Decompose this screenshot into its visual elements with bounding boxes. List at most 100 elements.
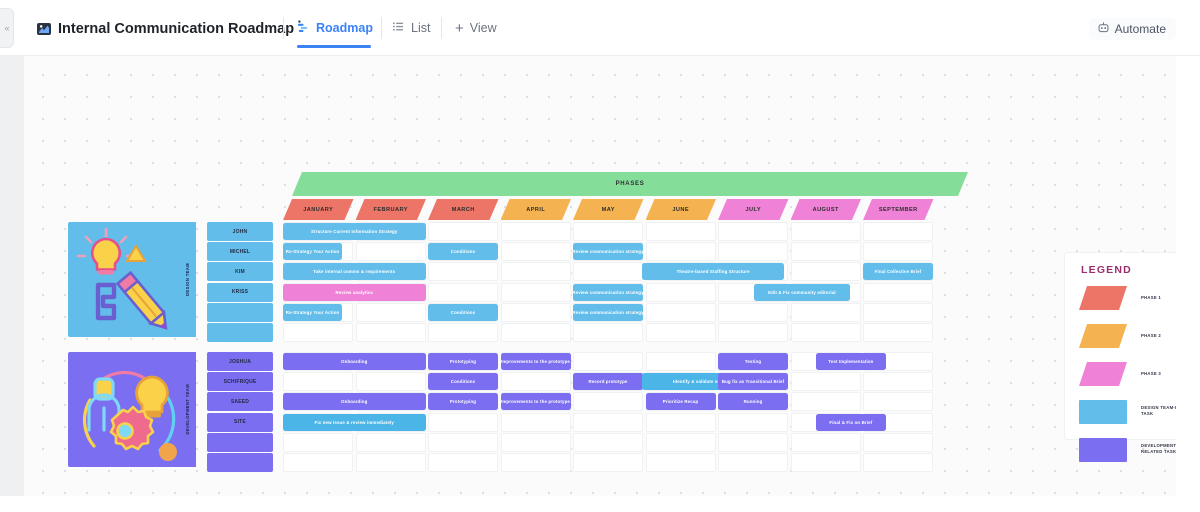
task-bar[interactable]: Edit & Fix community editorial xyxy=(754,283,850,301)
grid-cell[interactable] xyxy=(573,352,643,371)
grid-cell[interactable] xyxy=(790,302,861,322)
grid-cell[interactable] xyxy=(790,372,861,392)
task-bar[interactable]: Test Implementation xyxy=(815,353,886,370)
grid-cell[interactable] xyxy=(863,302,933,322)
grid-cell[interactable] xyxy=(573,412,643,432)
grid-cell[interactable] xyxy=(790,323,861,342)
month-header-july[interactable]: JULY xyxy=(718,199,789,220)
grid-cell[interactable] xyxy=(645,432,716,452)
grid-cell[interactable] xyxy=(500,453,571,472)
grid-cell[interactable] xyxy=(645,222,716,241)
grid-cell[interactable] xyxy=(355,302,426,322)
row-name-chip[interactable]: JOSHUA xyxy=(207,352,273,371)
task-bar[interactable]: Take internal comms & requirements xyxy=(283,263,426,281)
grid-cell[interactable] xyxy=(428,262,498,282)
task-bar[interactable]: Conditions xyxy=(428,373,498,391)
month-header-august[interactable]: AUGUST xyxy=(791,199,862,220)
lightbulb-pencil-illustration[interactable] xyxy=(68,222,193,337)
grid-cell[interactable] xyxy=(790,222,861,241)
grid-cell[interactable] xyxy=(573,323,643,342)
grid-cell[interactable] xyxy=(355,242,426,262)
task-bar[interactable]: Review communication strategy xyxy=(573,243,643,261)
grid-cell[interactable] xyxy=(355,372,426,392)
month-header-february[interactable]: FEBRUARY xyxy=(356,199,427,220)
person-lightbulb-gear-illustration[interactable] xyxy=(68,352,193,467)
tab-list[interactable]: List xyxy=(392,14,430,42)
grid-cell[interactable] xyxy=(718,242,788,262)
row-name-chip[interactable]: KIM xyxy=(207,262,273,282)
grid-cell[interactable] xyxy=(718,302,788,322)
grid-cell[interactable] xyxy=(500,242,571,262)
grid-cell[interactable] xyxy=(573,262,643,282)
task-bar[interactable]: Conditions xyxy=(428,303,498,321)
task-bar[interactable]: Onboarding xyxy=(283,353,426,370)
grid-cell[interactable] xyxy=(645,412,716,432)
grid-cell[interactable] xyxy=(355,453,426,472)
task-bar[interactable]: Review communication strategy xyxy=(573,303,643,321)
grid-cell[interactable] xyxy=(645,242,716,262)
row-name-chip[interactable]: SITE xyxy=(207,412,273,432)
grid-cell[interactable] xyxy=(790,242,861,262)
grid-cell[interactable] xyxy=(428,282,498,302)
row-name-chip[interactable] xyxy=(207,453,273,472)
grid-cell[interactable] xyxy=(645,302,716,322)
grid-cell[interactable] xyxy=(500,302,571,322)
row-name-chip[interactable]: SCHIFRIQUE xyxy=(207,372,273,392)
grid-cell[interactable] xyxy=(573,453,643,472)
grid-cell[interactable] xyxy=(718,432,788,452)
grid-cell[interactable] xyxy=(283,453,353,472)
grid-cell[interactable] xyxy=(500,222,571,241)
row-name-chip[interactable] xyxy=(207,432,273,452)
grid-cell[interactable] xyxy=(573,392,643,412)
task-bar[interactable]: Improvements to the prototype xyxy=(500,353,571,370)
grid-cell[interactable] xyxy=(573,222,643,241)
grid-cell[interactable] xyxy=(790,262,861,282)
month-header-april[interactable]: APRIL xyxy=(501,199,572,220)
grid-cell[interactable] xyxy=(428,222,498,241)
task-bar[interactable]: Prototyping xyxy=(428,393,498,411)
grid-cell[interactable] xyxy=(790,453,861,472)
task-bar[interactable]: Re-Strategy Your Action xyxy=(283,243,343,261)
grid-cell[interactable] xyxy=(863,372,933,392)
row-name-chip[interactable] xyxy=(207,302,273,322)
task-bar[interactable]: Review communication strategy xyxy=(573,283,643,301)
grid-cell[interactable] xyxy=(645,352,716,371)
grid-cell[interactable] xyxy=(863,453,933,472)
month-header-may[interactable]: MAY xyxy=(573,199,644,220)
tab-roadmap[interactable]: Roadmap xyxy=(297,14,373,42)
grid-cell[interactable] xyxy=(790,432,861,452)
grid-cell[interactable] xyxy=(283,323,353,342)
task-bar[interactable]: Fix new issue & review immediately xyxy=(283,413,426,431)
task-bar[interactable]: Record prototype xyxy=(573,373,643,391)
grid-cell[interactable] xyxy=(863,323,933,342)
month-header-june[interactable]: JUNE xyxy=(646,199,717,220)
task-bar[interactable]: Bug fix as Transitional Brief xyxy=(718,373,788,391)
grid-cell[interactable] xyxy=(428,432,498,452)
grid-cell[interactable] xyxy=(428,412,498,432)
task-bar[interactable]: Onboarding xyxy=(283,393,426,411)
grid-cell[interactable] xyxy=(863,432,933,452)
grid-cell[interactable] xyxy=(283,372,353,392)
task-bar[interactable]: Final Collective Brief xyxy=(863,263,933,281)
grid-cell[interactable] xyxy=(355,432,426,452)
task-bar[interactable]: Testing xyxy=(718,353,788,370)
grid-cell[interactable] xyxy=(718,412,788,432)
grid-cell[interactable] xyxy=(718,323,788,342)
task-bar[interactable]: Running xyxy=(718,393,788,411)
grid-cell[interactable] xyxy=(500,372,571,392)
grid-cell[interactable] xyxy=(718,453,788,472)
task-bar[interactable]: Prototyping xyxy=(428,353,498,370)
task-bar[interactable]: Improvements to the prototype xyxy=(500,393,571,411)
grid-cell[interactable] xyxy=(500,323,571,342)
whiteboard-canvas[interactable]: PHASES JANUARY FEBRUARY MARCH APRIL MAY JUNE JU… xyxy=(24,56,1176,496)
grid-cell[interactable] xyxy=(355,323,426,342)
task-bar[interactable]: Final & Fix on Brief xyxy=(815,413,886,431)
row-name-chip[interactable]: MICHEL xyxy=(207,242,273,262)
grid-cell[interactable] xyxy=(863,222,933,241)
task-bar[interactable]: Review analytics xyxy=(283,283,426,301)
automate-button[interactable]: Automate xyxy=(1088,18,1176,40)
grid-cell[interactable] xyxy=(645,453,716,472)
grid-cell[interactable] xyxy=(790,392,861,412)
grid-cell[interactable] xyxy=(863,282,933,302)
task-bar[interactable]: Structure Current Information Strategy xyxy=(283,223,426,240)
